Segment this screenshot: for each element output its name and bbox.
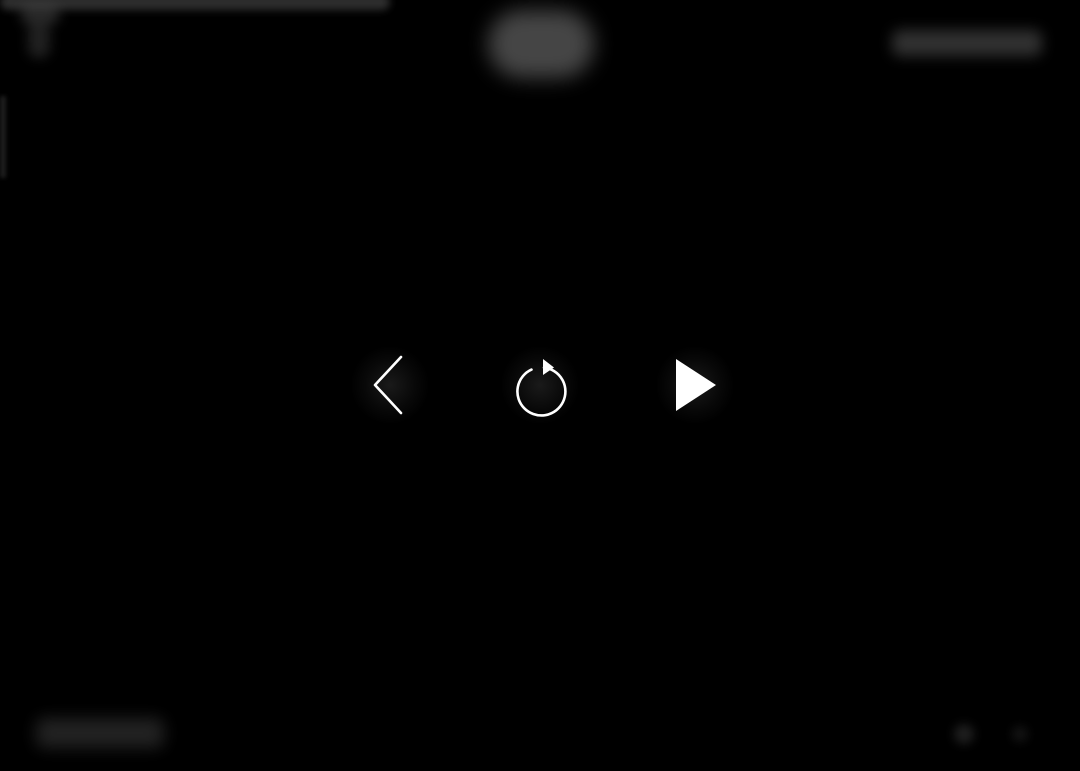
top-right-label [892,30,1042,56]
play-button[interactable] [645,335,745,435]
time-label [36,718,164,748]
title-badge [488,10,594,78]
fullscreen-icon [1012,726,1028,742]
back-icon [8,4,68,60]
play-icon [676,359,716,411]
side-handle [0,96,6,178]
video-player[interactable] [0,0,1080,771]
previous-button[interactable] [340,335,440,435]
volume-icon [954,724,974,744]
replay-button[interactable] [490,335,590,435]
playback-controls [340,335,740,435]
chevron-left-icon [373,355,403,415]
replay-icon [516,359,567,417]
